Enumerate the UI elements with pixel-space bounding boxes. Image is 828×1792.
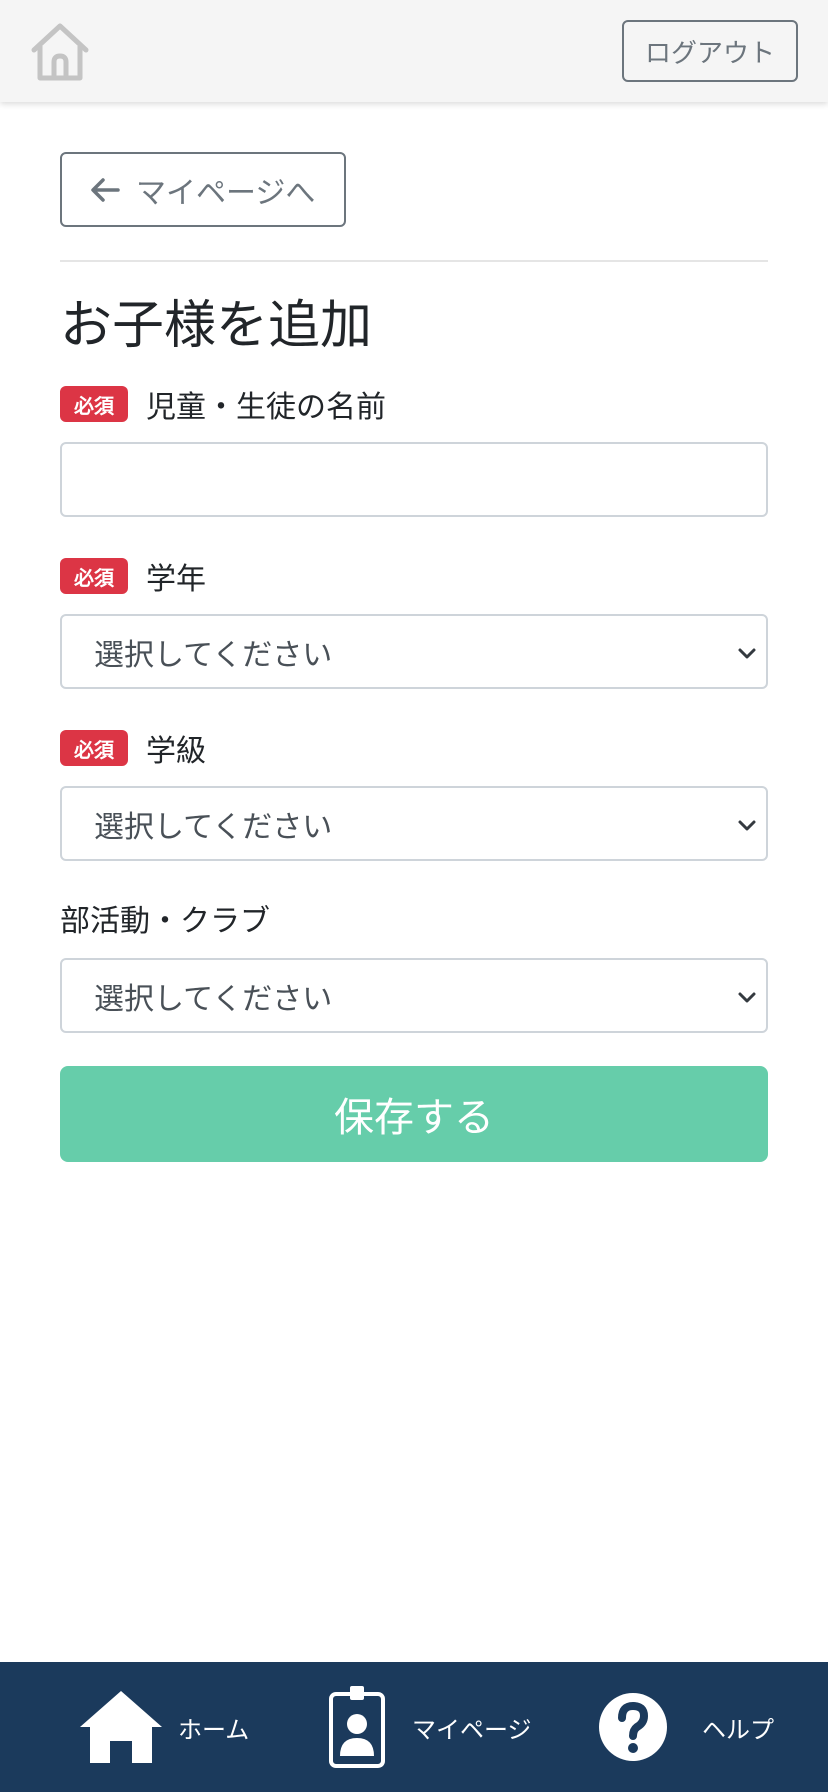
class-select[interactable]: 選択してください <box>60 786 768 861</box>
chevron-down-icon <box>738 820 756 831</box>
club-label: 部活動・クラブ <box>60 896 270 940</box>
header: ログアウト <box>0 0 828 102</box>
divider <box>60 260 768 262</box>
grade-select[interactable]: 選択してください <box>60 614 768 689</box>
class-label-text: 学級 <box>146 734 206 769</box>
nav-item-home[interactable]: ホーム <box>78 1662 249 1792</box>
club-label-text: 部活動・クラブ <box>60 904 270 939</box>
nav-home-label: ホーム <box>178 1715 250 1744</box>
child-name-input[interactable] <box>60 442 768 517</box>
page: ログアウト マイページへ お子様を追加 必須 児童・生徒の名前 必須 学年 選択… <box>0 0 828 1792</box>
home-icon <box>80 1691 162 1763</box>
back-button-label: マイページへ <box>136 175 316 211</box>
nav-item-mypage[interactable]: マイページ <box>328 1662 532 1792</box>
nav-help-label: ヘルプ <box>702 1715 774 1744</box>
required-badge: 必須 <box>60 730 128 766</box>
id-badge-icon <box>329 1686 385 1768</box>
name-label: 必須 児童・生徒の名前 <box>60 382 386 426</box>
grade-label-text: 学年 <box>146 562 206 597</box>
required-badge: 必須 <box>60 386 128 422</box>
bottom-nav: ホーム マイページ ヘルプ <box>0 1662 828 1792</box>
nav-item-help[interactable]: ヘルプ <box>598 1662 774 1792</box>
grade-select-value: 選択してください <box>94 637 333 673</box>
nav-mypage-label: マイページ <box>412 1715 532 1744</box>
arrow-left-icon <box>91 177 120 202</box>
question-circle-icon <box>599 1693 667 1761</box>
logout-button[interactable]: ログアウト <box>622 20 798 82</box>
name-label-text: 児童・生徒の名前 <box>146 390 386 425</box>
home-outline-icon[interactable] <box>28 20 92 84</box>
chevron-down-icon <box>738 992 756 1003</box>
grade-label: 必須 学年 <box>60 554 206 598</box>
club-select-value: 選択してください <box>94 981 333 1017</box>
page-title: お子様を追加 <box>60 296 373 356</box>
class-label: 必須 学級 <box>60 726 206 770</box>
back-to-mypage-button[interactable]: マイページへ <box>60 152 346 227</box>
save-button[interactable]: 保存する <box>60 1066 768 1162</box>
class-select-value: 選択してください <box>94 809 333 845</box>
club-select[interactable]: 選択してください <box>60 958 768 1033</box>
chevron-down-icon <box>738 648 756 659</box>
required-badge: 必須 <box>60 558 128 594</box>
